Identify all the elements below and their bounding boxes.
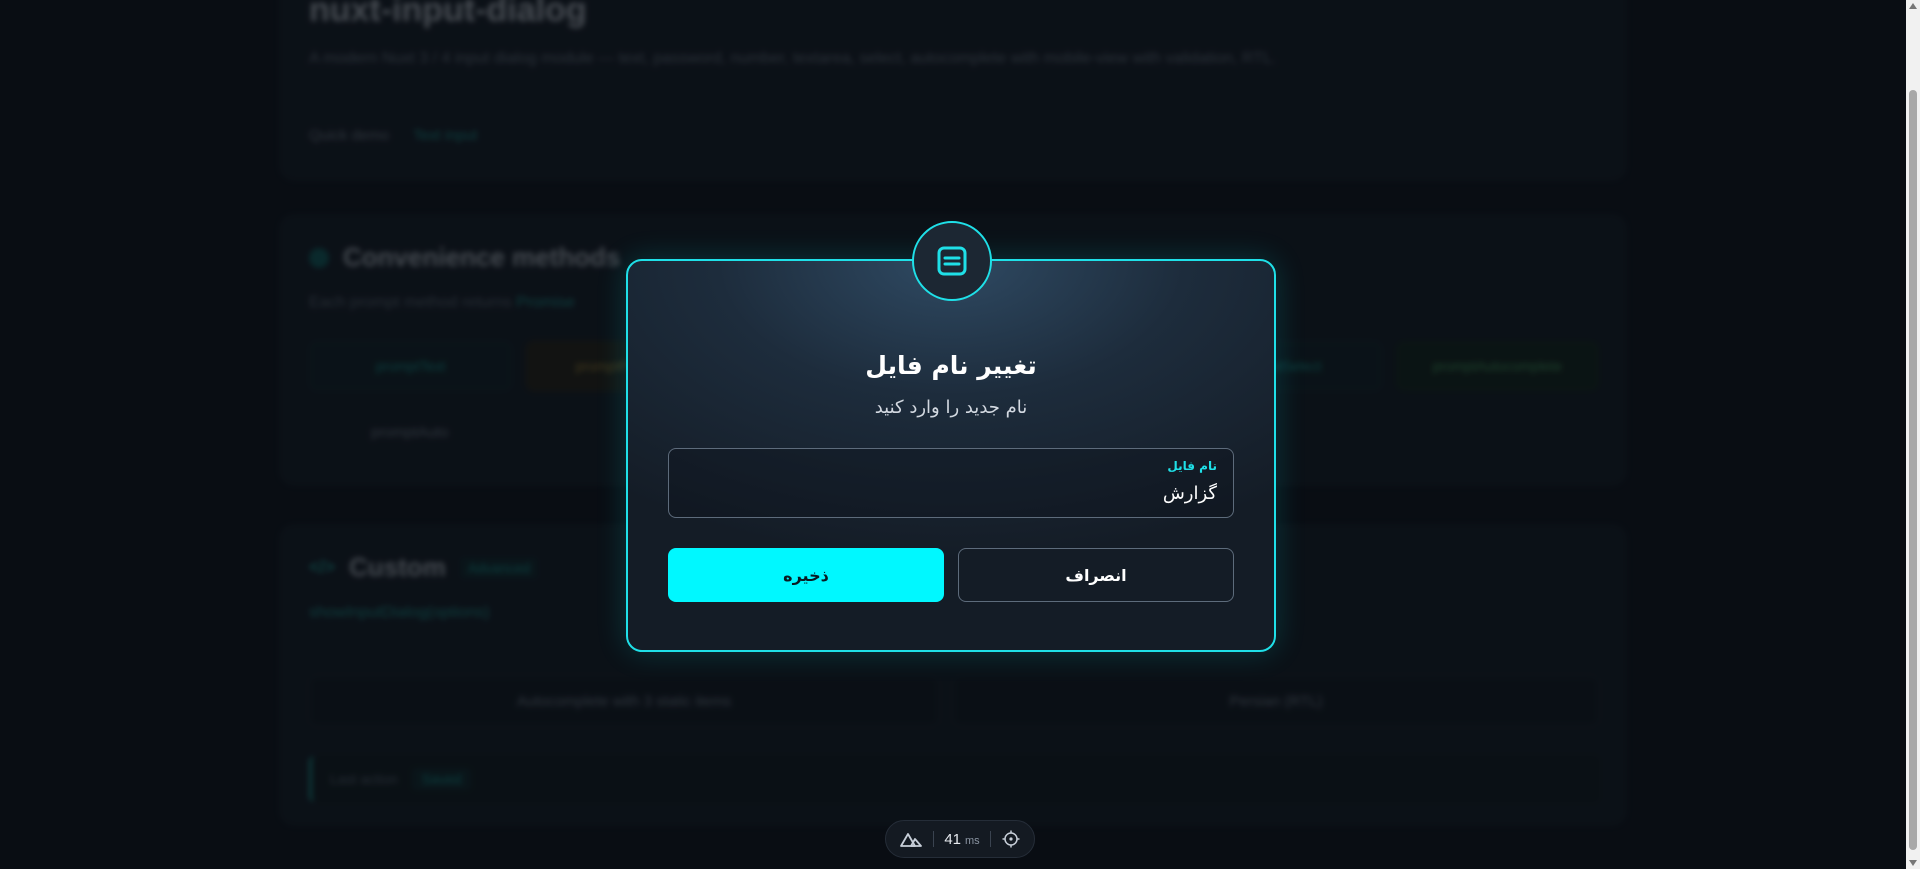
filename-field-label: نام فایل [1167,459,1217,473]
render-time-value: 41 [944,830,961,848]
filename-input[interactable] [685,481,1217,505]
file-text-icon [912,221,992,301]
scroll-thumb[interactable] [1909,90,1917,850]
nuxt-logo-icon[interactable] [900,831,922,847]
devtools-separator [990,831,992,847]
render-time: 41 ms [944,831,979,848]
dialog-title: تغییر نام فایل [865,351,1037,380]
filename-field[interactable]: نام فایل [668,448,1234,518]
dialog-description: نام جدید را وارد کنید [874,397,1028,418]
cancel-button[interactable]: انصراف [958,548,1234,602]
scroll-up-icon[interactable] [1909,3,1917,9]
file-text-icon-svg [937,246,967,276]
save-button[interactable]: ذخیره [668,548,944,602]
crosshair-icon[interactable] [1002,830,1020,848]
devtools-pill[interactable]: 41 ms [885,820,1035,858]
render-time-unit: ms [965,834,980,847]
devtools-separator [932,831,934,847]
scroll-down-icon[interactable] [1909,860,1917,866]
rename-dialog: تغییر نام فایل نام جدید را وارد کنید نام… [626,221,1276,652]
page-scrollbar[interactable] [1906,0,1920,869]
